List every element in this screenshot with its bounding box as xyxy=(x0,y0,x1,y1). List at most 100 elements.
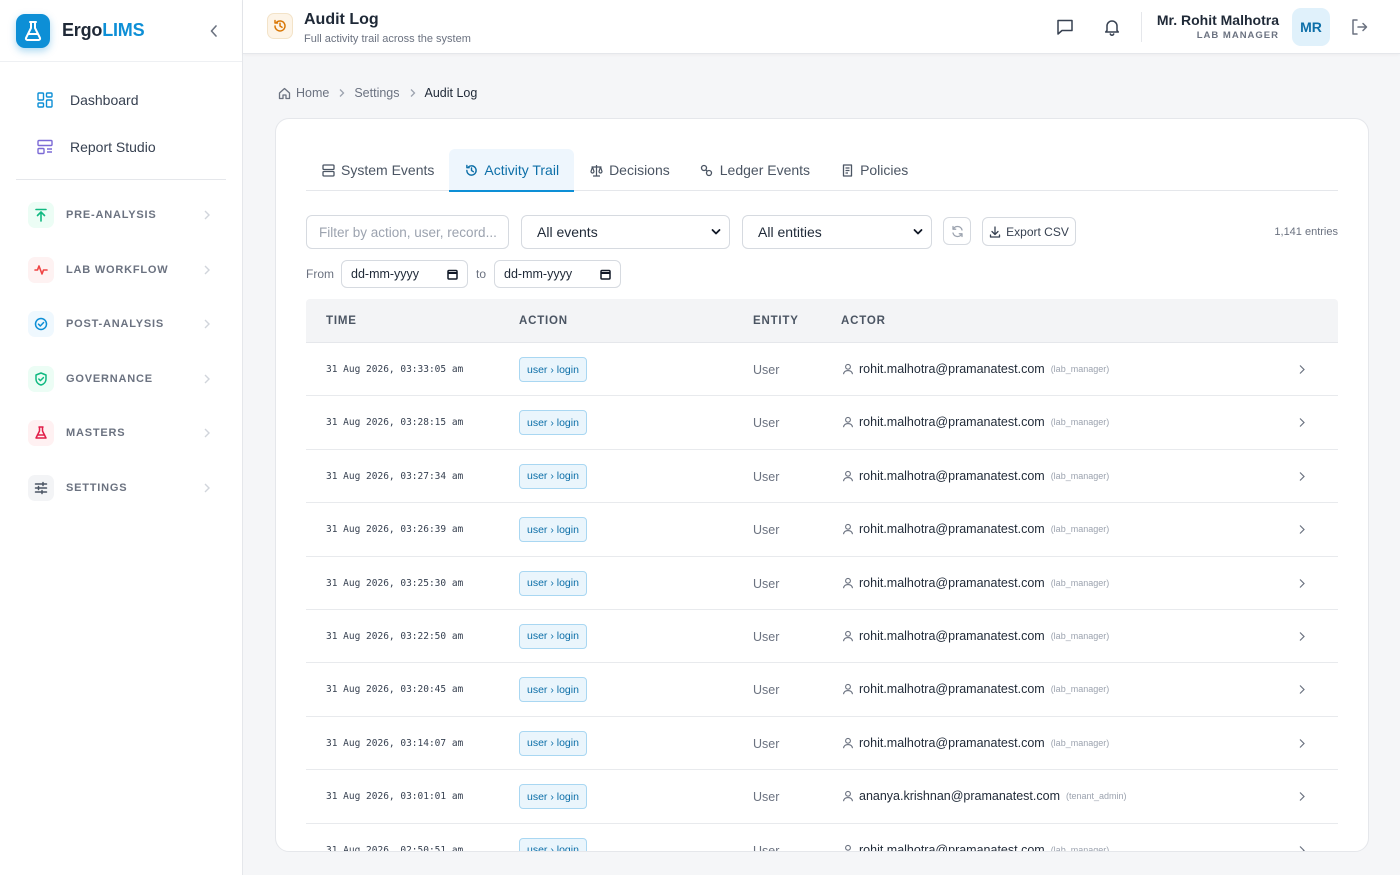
breadcrumb-home[interactable]: Home xyxy=(296,86,329,100)
entities-select[interactable]: All entities xyxy=(742,215,932,249)
actor-email: rohit.malhotra@pramanatest.com xyxy=(859,415,1045,430)
row-actor: rohit.malhotra@pramanatest.com (lab_mana… xyxy=(842,576,1109,590)
tab-system-events[interactable]: System Events xyxy=(306,149,449,191)
sidebar-group-post-analysis[interactable]: POST-ANALYSIS xyxy=(0,297,242,352)
actor-role: (lab_manager) xyxy=(1050,524,1110,535)
sidebar-collapse-chevron-left-icon[interactable] xyxy=(205,22,223,40)
from-date-input[interactable]: dd-mm-yyyy xyxy=(341,260,468,288)
actor-email: rohit.malhotra@pramanatest.com xyxy=(859,735,1045,750)
chevron-right-icon xyxy=(338,88,345,98)
refresh-button[interactable] xyxy=(943,217,971,245)
column-header-entity[interactable]: ENTITY xyxy=(753,315,799,327)
table-row[interactable]: 31 Aug 2026, 03:27:34 am user › login Us… xyxy=(306,450,1338,504)
row-time: 31 Aug 2026, 03:14:07 am xyxy=(326,737,464,749)
actor-role: (lab_manager) xyxy=(1050,684,1110,695)
notifications-bell-icon[interactable] xyxy=(1102,17,1122,37)
actor-role: (lab_manager) xyxy=(1050,630,1110,641)
actor-email: rohit.malhotra@pramanatest.com xyxy=(859,842,1045,852)
row-actor: rohit.malhotra@pramanatest.com (lab_mana… xyxy=(842,629,1109,643)
sidebar-group-pre-analysis[interactable]: PRE-ANALYSIS xyxy=(0,188,242,243)
from-date-value: dd-mm-yyyy xyxy=(351,267,420,281)
row-entity: User xyxy=(753,576,780,591)
chevron-right-icon xyxy=(1299,525,1305,535)
sidebar-group-label: GOVERNANCE xyxy=(66,372,153,385)
breadcrumb-current: Audit Log xyxy=(424,86,478,100)
user-icon xyxy=(842,737,854,749)
table-row[interactable]: 31 Aug 2026, 02:50:51 am user › login Us… xyxy=(306,824,1338,852)
export-csv-button[interactable]: Export CSV xyxy=(982,217,1076,246)
actor-email: rohit.malhotra@pramanatest.com xyxy=(859,575,1045,590)
actor-email: rohit.malhotra@pramanatest.com xyxy=(859,362,1045,376)
table-row[interactable]: 31 Aug 2026, 03:28:15 am user › login Us… xyxy=(306,396,1338,450)
to-date-value: dd-mm-yyyy xyxy=(504,267,573,281)
sidebar-group-masters[interactable]: MASTERS xyxy=(0,406,242,461)
tab-policies[interactable]: Policies xyxy=(825,149,923,191)
logout-icon[interactable] xyxy=(1349,17,1369,37)
chevron-right-icon xyxy=(204,428,210,438)
actor-email: rohit.malhotra@pramanatest.com xyxy=(859,468,1045,483)
activity-icon xyxy=(28,256,54,283)
audit-table: TIME ACTION ENTITY ACTOR 31 Aug 2026, 03… xyxy=(306,299,1338,852)
row-actor: ananya.krishnan@pramanatest.com (tenant_… xyxy=(842,789,1127,803)
to-date-input[interactable]: dd-mm-yyyy xyxy=(494,260,622,288)
tab-label: Activity Trail xyxy=(484,162,560,178)
document-icon xyxy=(840,163,854,177)
table-row[interactable]: 31 Aug 2026, 03:01:01 am user › login Us… xyxy=(306,770,1338,824)
breadcrumb-settings[interactable]: Settings xyxy=(354,86,399,100)
sidebar-group-lab-workflow[interactable]: LAB WORKFLOW xyxy=(0,243,242,298)
chevron-right-icon xyxy=(1299,578,1305,588)
action-badge: user › login xyxy=(519,837,587,851)
sidebar-item-dashboard[interactable]: Dashboard xyxy=(0,76,242,123)
user-icon xyxy=(842,470,854,482)
actor-role: (lab_manager) xyxy=(1050,577,1110,588)
chevron-right-icon xyxy=(204,483,210,492)
sidebar-group-settings[interactable]: SETTINGS xyxy=(0,461,242,516)
download-icon xyxy=(989,225,1001,238)
date-range: From dd-mm-yyyy to dd-mm-yyyy xyxy=(306,260,622,288)
action-badge: user › login xyxy=(519,623,587,649)
action-badge: user › login xyxy=(519,410,587,436)
table-header: TIME ACTION ENTITY ACTOR xyxy=(306,299,1338,343)
avatar[interactable]: MR xyxy=(1292,8,1330,46)
row-entity: User xyxy=(753,469,780,484)
column-header-time[interactable]: TIME xyxy=(326,315,357,327)
column-header-action[interactable]: ACTION xyxy=(519,315,568,327)
events-select-value: All events xyxy=(537,224,598,240)
chevron-right-icon xyxy=(1299,365,1305,374)
tab-activity-trail[interactable]: Activity Trail xyxy=(449,149,575,192)
action-badge: user › login xyxy=(519,730,587,756)
column-header-actor[interactable]: ACTOR xyxy=(841,315,886,327)
row-time: 31 Aug 2026, 03:20:45 am xyxy=(326,684,464,696)
filter-search-input[interactable] xyxy=(306,215,509,249)
table-row[interactable]: 31 Aug 2026, 03:20:45 am user › login Us… xyxy=(306,663,1338,717)
table-row[interactable]: 31 Aug 2026, 03:14:07 am user › login Us… xyxy=(306,717,1338,771)
actor-email: rohit.malhotra@pramanatest.com xyxy=(859,628,1045,643)
sidebar-item-label: Report Studio xyxy=(70,138,156,155)
flask-icon xyxy=(28,420,54,447)
messages-icon[interactable] xyxy=(1055,17,1075,37)
brand-name: ErgoLIMS xyxy=(62,20,145,40)
table-body: 31 Aug 2026, 03:33:05 am user › login Us… xyxy=(306,343,1338,852)
row-entity: User xyxy=(753,523,780,538)
flask-logo-icon xyxy=(16,13,50,48)
table-row[interactable]: 31 Aug 2026, 03:22:50 am user › login Us… xyxy=(306,610,1338,664)
tab-decisions[interactable]: Decisions xyxy=(574,149,685,191)
sidebar-group-label: PRE-ANALYSIS xyxy=(66,209,157,222)
actor-role: (lab_manager) xyxy=(1050,417,1110,428)
sidebar-group-label: LAB WORKFLOW xyxy=(66,263,169,276)
actor-role: (lab_manager) xyxy=(1050,737,1110,748)
sidebar-item-report-studio[interactable]: Report Studio xyxy=(0,123,242,170)
events-select[interactable]: All events xyxy=(521,215,730,249)
to-label: to xyxy=(476,267,487,281)
sidebar-group-governance[interactable]: GOVERNANCE xyxy=(0,352,242,407)
row-time: 31 Aug 2026, 03:22:50 am xyxy=(326,630,464,642)
table-row[interactable]: 31 Aug 2026, 03:25:30 am user › login Us… xyxy=(306,557,1338,610)
tab-ledger-events[interactable]: Ledger Events xyxy=(685,149,825,191)
actor-email: ananya.krishnan@pramanatest.com xyxy=(859,789,1060,804)
refresh-icon xyxy=(951,225,963,237)
table-row[interactable]: 31 Aug 2026, 03:26:39 am user › login Us… xyxy=(306,503,1338,557)
row-actor: rohit.malhotra@pramanatest.com (lab_mana… xyxy=(842,736,1109,750)
table-row[interactable]: 31 Aug 2026, 03:33:05 am user › login Us… xyxy=(306,343,1338,397)
actor-email: rohit.malhotra@pramanatest.com xyxy=(859,522,1045,537)
sidebar-group-label: MASTERS xyxy=(66,427,126,440)
